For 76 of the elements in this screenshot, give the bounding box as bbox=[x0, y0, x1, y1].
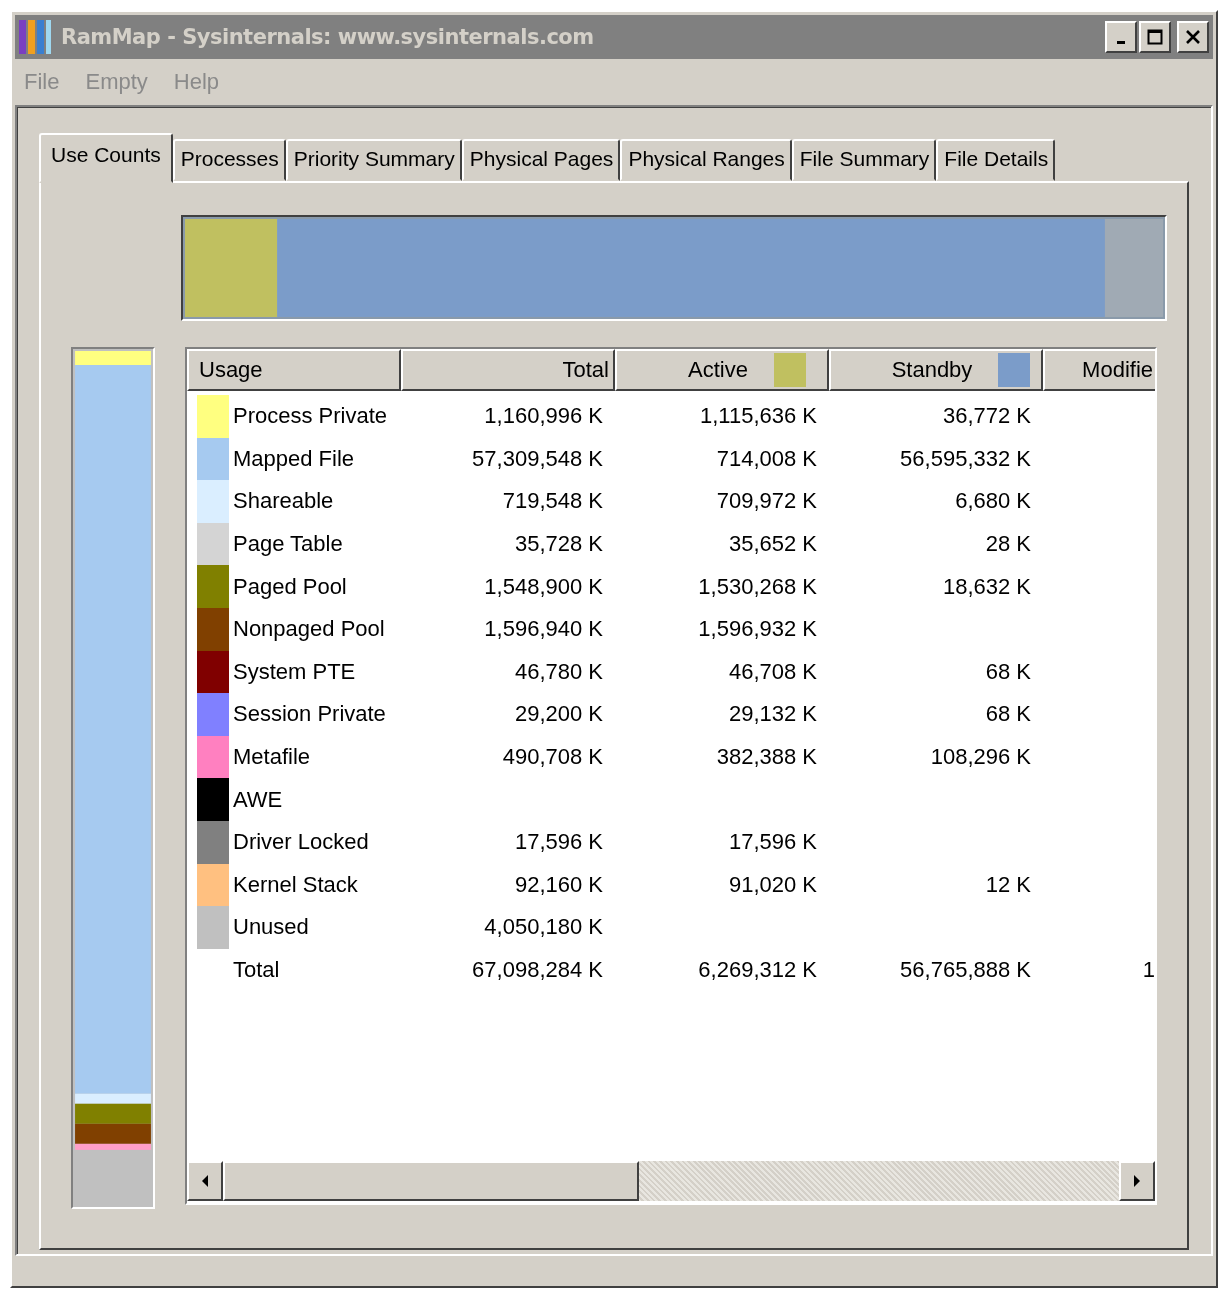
table-cell: 46,780 K bbox=[514, 658, 603, 685]
usage-label: Total bbox=[233, 957, 280, 983]
minimize-button[interactable] bbox=[1105, 21, 1137, 53]
table-cell: 709,972 K bbox=[716, 488, 817, 515]
scroll-right-button[interactable] bbox=[1119, 1161, 1155, 1201]
usage-label: Process Private bbox=[233, 403, 388, 430]
usage-label: AWE bbox=[233, 786, 283, 813]
maximize-button[interactable] bbox=[1139, 21, 1171, 53]
table-cell: 17,596 K bbox=[514, 829, 603, 856]
usage-label: Page Table bbox=[233, 531, 343, 558]
column-header[interactable]: Modifie bbox=[1043, 349, 1155, 391]
tab[interactable]: Physical Ranges bbox=[620, 139, 792, 181]
table-cell: 382,388 K bbox=[716, 744, 817, 771]
table-cell: 719,548 K bbox=[502, 488, 603, 515]
column-header[interactable]: Usage bbox=[187, 349, 401, 391]
usage-label: Session Private bbox=[233, 701, 386, 728]
table-cell: 29,132 K bbox=[728, 701, 817, 728]
usage-label: Driver Locked bbox=[233, 829, 369, 856]
table-cell: 92,160 K bbox=[514, 871, 603, 898]
horizontal-scrollbar[interactable] bbox=[187, 1161, 1155, 1201]
table-cell: 12 K bbox=[985, 871, 1031, 898]
table-cell: 1,548,900 K bbox=[484, 573, 603, 600]
table-cell: 1 bbox=[1142, 957, 1155, 983]
table-cell: 1,596,940 K bbox=[484, 616, 603, 643]
usage-label: Unused bbox=[233, 914, 309, 941]
table-cell: 36,772 K bbox=[942, 403, 1031, 430]
table-cell: 46,708 K bbox=[728, 658, 817, 685]
table-cell: 490,708 K bbox=[502, 744, 603, 771]
usage-label: System PTE bbox=[233, 658, 356, 685]
maximize-icon bbox=[1147, 29, 1163, 45]
minimize-icon bbox=[1117, 40, 1125, 44]
window-title: RamMap - Sysinternals: www.sysinternals.com bbox=[61, 25, 595, 49]
table-cell: 4,050,180 K bbox=[484, 914, 603, 941]
table-cell: 57,309,548 K bbox=[472, 445, 603, 472]
tab[interactable]: Processes bbox=[172, 139, 286, 181]
table-cell: 6,680 K bbox=[955, 488, 1031, 515]
table-cell: 17,596 K bbox=[728, 829, 817, 856]
table-cell: 18,632 K bbox=[942, 573, 1031, 600]
table-cell: 67,098,284 K bbox=[472, 957, 603, 983]
right-arrow-icon bbox=[1132, 1174, 1142, 1188]
table-cell: 35,652 K bbox=[728, 531, 817, 558]
table-cell: 35,728 K bbox=[514, 531, 603, 558]
table-cell: 1,115,636 K bbox=[699, 403, 817, 430]
left-arrow-icon bbox=[200, 1174, 210, 1188]
usage-label: Metafile bbox=[233, 744, 311, 771]
scroll-left-button[interactable] bbox=[187, 1161, 223, 1201]
usage-label: Mapped File bbox=[233, 445, 355, 472]
table-cell: 91,020 K bbox=[728, 871, 817, 898]
table-cell: 1,160,996 K bbox=[484, 403, 603, 430]
table-cell: 56,595,332 K bbox=[900, 445, 1031, 472]
tab[interactable]: File Summary bbox=[791, 139, 937, 181]
tab[interactable]: Use Counts bbox=[39, 133, 173, 183]
tab[interactable]: Priority Summary bbox=[285, 139, 462, 181]
table-cell: 56,765,888 K bbox=[900, 957, 1031, 983]
table-cell: 68 K bbox=[985, 701, 1031, 728]
table-cell: 108,296 K bbox=[930, 744, 1031, 771]
close-button[interactable] bbox=[1177, 21, 1209, 53]
table-cell: 29,200 K bbox=[514, 701, 603, 728]
app-icon bbox=[19, 20, 53, 54]
usage-label: Kernel Stack bbox=[233, 871, 358, 898]
column-header[interactable]: Standby bbox=[829, 349, 1043, 391]
usage-label: Nonpaged Pool bbox=[233, 616, 385, 643]
column-header[interactable]: Total bbox=[401, 349, 615, 391]
table-cell: 1,596,932 K bbox=[698, 616, 817, 643]
column-header[interactable]: Active bbox=[615, 349, 829, 391]
scroll-thumb[interactable] bbox=[223, 1161, 639, 1201]
tab[interactable]: File Details bbox=[936, 139, 1056, 181]
tab[interactable]: Physical Pages bbox=[461, 139, 621, 181]
table-cell: 28 K bbox=[985, 531, 1031, 558]
table-cell: 714,008 K bbox=[716, 445, 817, 472]
table-cell: 68 K bbox=[985, 658, 1031, 685]
usage-label: Paged Pool bbox=[233, 573, 347, 600]
usage-label: Shareable bbox=[233, 488, 334, 515]
table-cell: 6,269,312 K bbox=[698, 957, 817, 983]
table-cell: 1,530,268 K bbox=[698, 573, 817, 600]
close-icon bbox=[1185, 29, 1201, 45]
